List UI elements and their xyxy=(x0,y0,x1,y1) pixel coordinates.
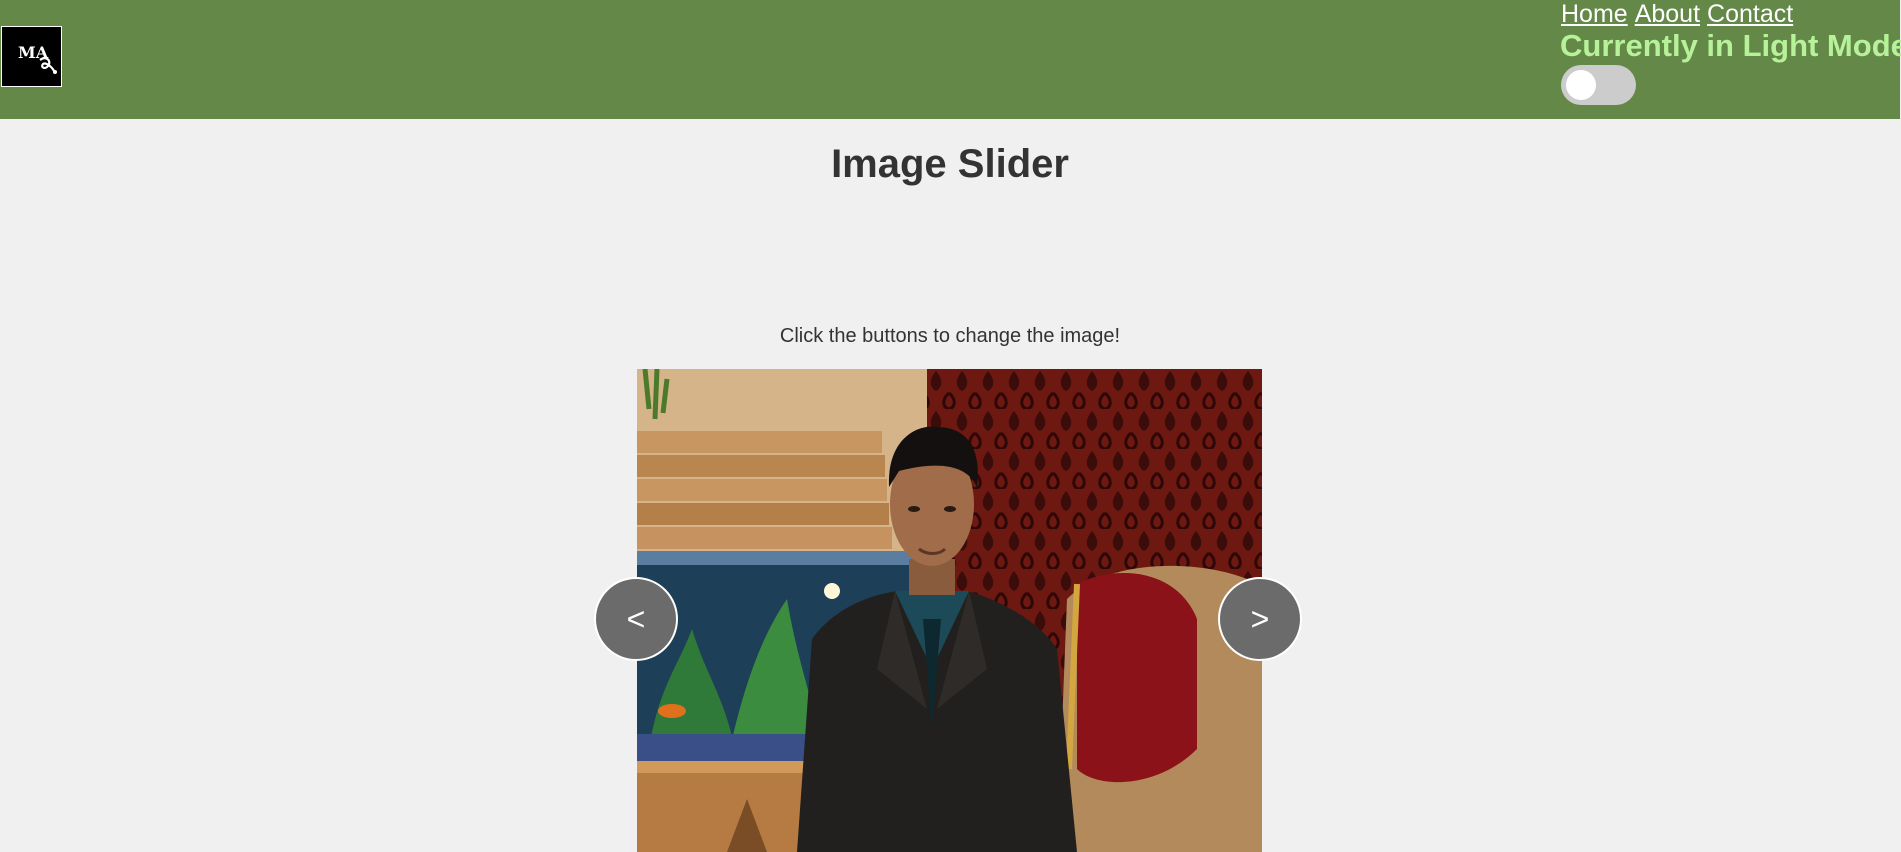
slide-image xyxy=(637,369,1262,852)
slider-instructions: Click the buttons to change the image! xyxy=(779,325,1121,347)
ma-logo-icon: MA xyxy=(18,43,57,74)
site-logo[interactable]: MA xyxy=(1,26,62,87)
main-nav: Home About Contact xyxy=(1561,0,1800,28)
nav-about-link[interactable]: About xyxy=(1635,0,1700,28)
next-image-button[interactable]: > xyxy=(1218,577,1302,661)
image-slider xyxy=(637,369,1262,852)
toggle-knob xyxy=(1566,70,1596,100)
previous-image-button[interactable]: < xyxy=(594,577,678,661)
logo-text: MA xyxy=(18,43,49,62)
site-header: MA Home About Contact Currently in Light M… xyxy=(0,0,1901,119)
nav-home-link[interactable]: Home xyxy=(1561,0,1628,28)
theme-mode-label: Currently in Light Mode xyxy=(1560,28,1901,63)
theme-toggle-switch[interactable] xyxy=(1561,65,1636,105)
page-title: Image Slider xyxy=(831,142,1069,186)
nav-contact-link[interactable]: Contact xyxy=(1707,0,1793,28)
